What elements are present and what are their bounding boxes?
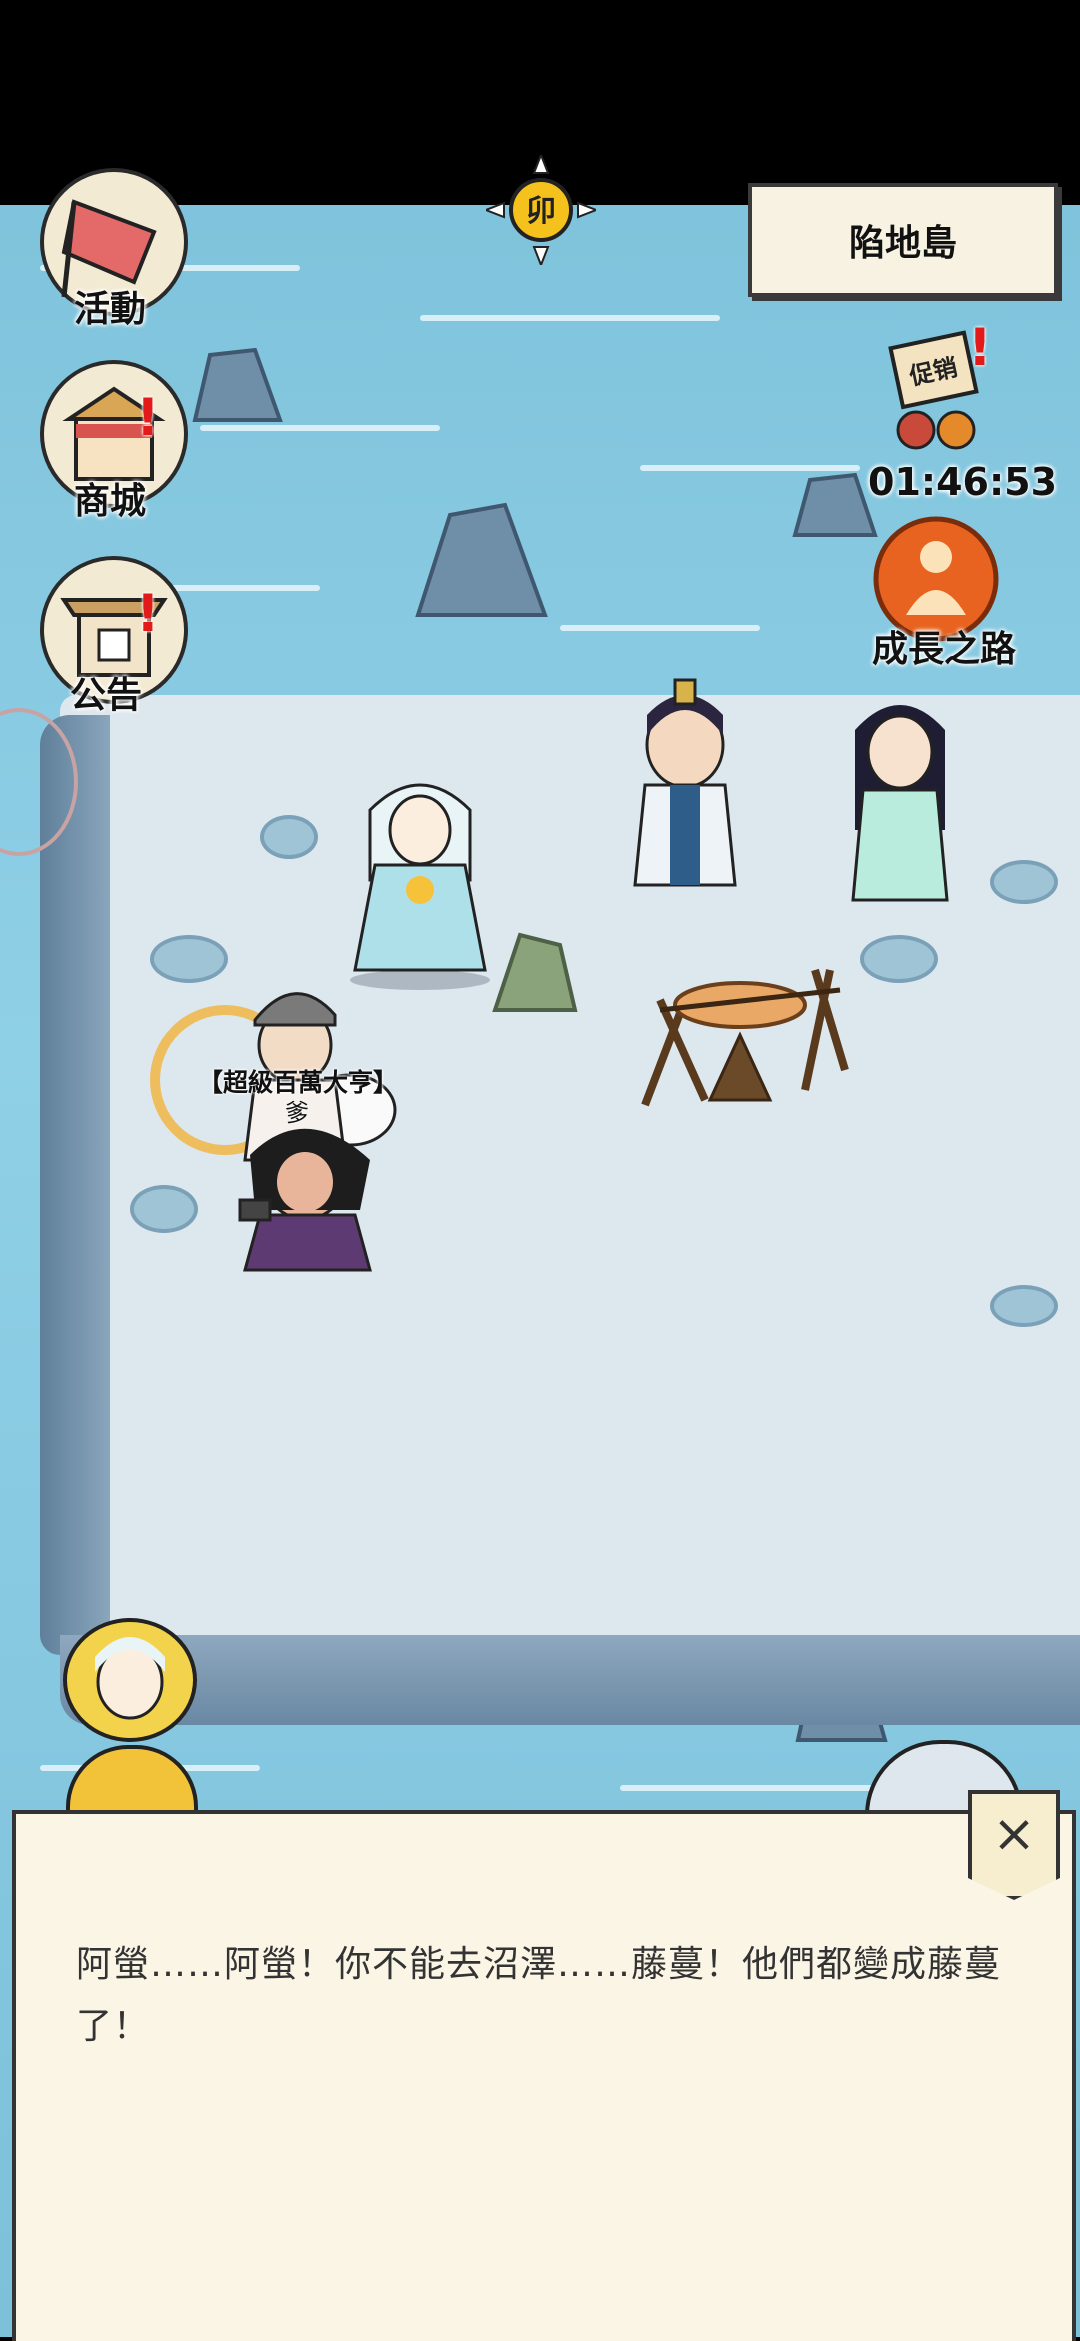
stone [990, 860, 1058, 904]
avatar-portrait [95, 1637, 165, 1720]
stone [990, 1285, 1058, 1327]
dialog-panel[interactable]: 阿螢……阿螢！你不能去沼澤……藤蔓！他們都變成藤蔓了！ [12, 1810, 1076, 2341]
shop-alert-icon: ! [136, 388, 160, 448]
notice-alert-icon: ! [136, 584, 160, 644]
sea-rock [792, 472, 878, 537]
notice-label: 公告 [70, 675, 143, 716]
promo-timer: 01:46:53 [868, 460, 1058, 504]
npc-swordsman[interactable] [620, 675, 750, 905]
close-icon: × [992, 1804, 1036, 1864]
dialog-text: 阿螢……阿螢！你不能去沼澤……藤蔓！他們都變成藤蔓了！ [76, 1944, 1002, 2047]
location-name: 陷地島 [848, 223, 957, 264]
island-cliff-bottom [60, 1635, 1080, 1725]
shop-label: 商城 [74, 481, 147, 522]
npc-lady[interactable] [845, 690, 955, 905]
promo-alert-icon: ! [968, 318, 992, 378]
sea-rock [415, 502, 548, 617]
island-cliff-left [40, 715, 110, 1655]
wave [560, 625, 760, 631]
player-name: 爹 [285, 1099, 309, 1127]
close-button[interactable]: × [968, 1790, 1060, 1900]
location-panel: 陷地島 [748, 183, 1058, 297]
promo-icon[interactable]: 促销 [876, 325, 1016, 455]
campfire [641, 968, 849, 1107]
stone [260, 815, 318, 859]
sun-time-icon[interactable]: 卯 [486, 155, 596, 265]
boulder [492, 932, 578, 1012]
time-glyph: 卯 [526, 194, 556, 229]
growth-label: 成長之路 [872, 629, 1017, 670]
stone [860, 935, 938, 983]
player-character[interactable] [340, 760, 500, 990]
wave [420, 315, 720, 321]
avatar-icon[interactable] [63, 1618, 197, 1742]
wave [200, 425, 440, 431]
activity-label: 活動 [74, 289, 147, 330]
sea-rock [192, 347, 283, 422]
